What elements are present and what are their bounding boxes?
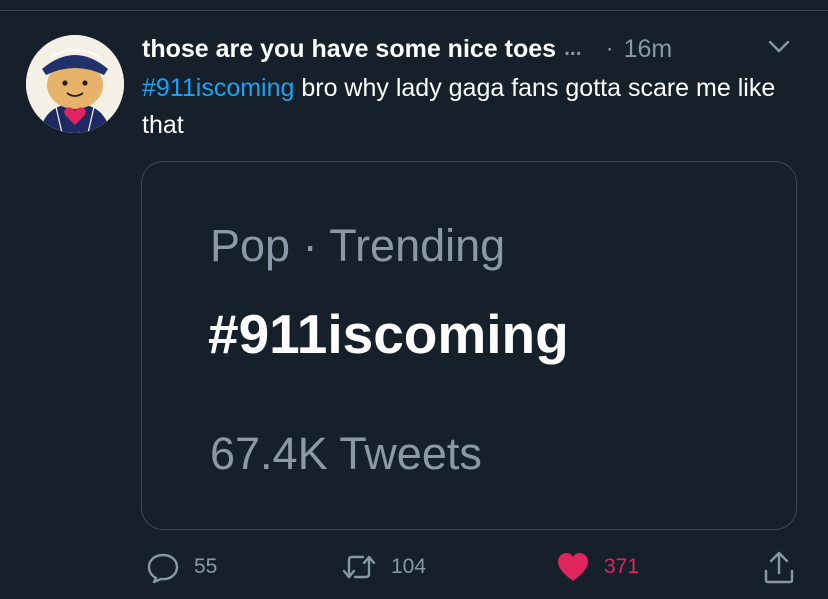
reply-button[interactable]: 55	[146, 549, 217, 585]
avatar[interactable]	[26, 35, 124, 133]
share-button[interactable]	[762, 549, 796, 585]
chevron-down-icon[interactable]	[765, 36, 793, 58]
trend-category: Pop · Trending	[210, 220, 506, 271]
trend-tweet-count: 67.4K Tweets	[210, 428, 482, 479]
timestamp[interactable]: 16m	[624, 35, 673, 64]
name-truncation: ...	[564, 37, 582, 60]
reply-icon	[147, 553, 179, 584]
avatar-image	[26, 35, 124, 133]
hashtag-link[interactable]: #911iscoming	[142, 74, 294, 102]
display-name[interactable]: those are you have some nice toes	[142, 35, 556, 64]
retweet-count: 104	[391, 555, 427, 578]
header-separator: ·	[605, 35, 614, 62]
trend-hashtag: #911iscoming	[208, 303, 569, 365]
tweet-header: those are you have some nice toes ... · …	[142, 32, 672, 66]
tweet[interactable]: those are you have some nice toes ... · …	[0, 0, 828, 599]
tweet-text: #911iscoming bro why lady gaga fans gott…	[142, 70, 802, 144]
divider	[0, 10, 828, 11]
retweet-button[interactable]: 104	[341, 549, 426, 585]
like-button[interactable]: 371	[556, 549, 639, 585]
heart-icon	[558, 553, 588, 581]
like-count: 371	[604, 555, 640, 578]
share-icon	[764, 551, 794, 584]
reply-count: 55	[194, 555, 218, 578]
retweet-icon	[342, 555, 376, 579]
trend-card[interactable]: Pop · Trending #911iscoming 67.4K Tweets	[141, 161, 797, 530]
